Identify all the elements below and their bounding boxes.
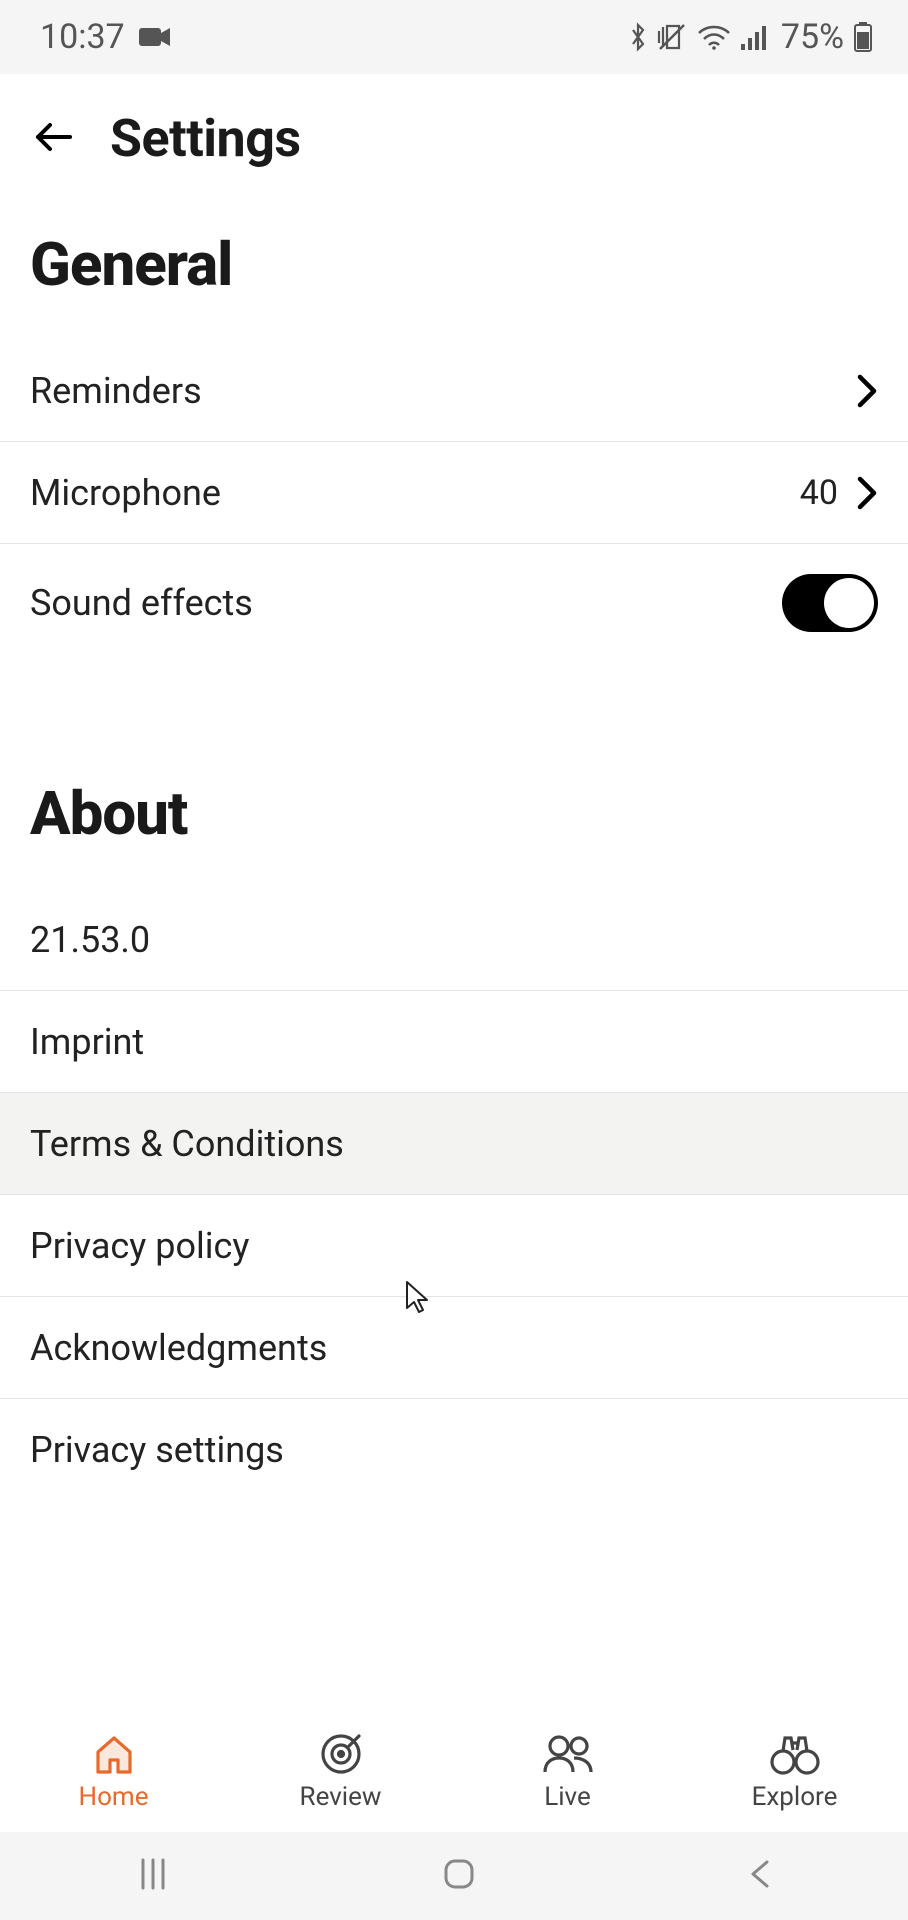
row-label: Privacy policy xyxy=(30,1225,249,1267)
row-label: Privacy settings xyxy=(30,1429,284,1471)
version-text: 21.53.0 xyxy=(30,919,150,961)
sys-home-button[interactable] xyxy=(441,1856,477,1896)
recents-icon xyxy=(135,1856,171,1892)
sys-recents-button[interactable] xyxy=(135,1856,171,1896)
camera-icon xyxy=(139,26,171,48)
battery-icon xyxy=(854,22,872,52)
sys-home-icon xyxy=(441,1856,477,1892)
row-label: Reminders xyxy=(30,370,202,412)
android-status-bar: 10:37 75% xyxy=(0,0,908,74)
row-microphone[interactable]: Microphone 40 xyxy=(0,442,908,544)
people-icon xyxy=(542,1732,594,1776)
app-header: Settings xyxy=(0,74,908,203)
row-privacy-policy[interactable]: Privacy policy xyxy=(0,1195,908,1297)
toggle-knob xyxy=(824,578,874,628)
wifi-icon xyxy=(697,24,731,50)
row-label: Microphone xyxy=(30,472,221,514)
nav-label: Home xyxy=(79,1782,149,1812)
nav-review[interactable]: Review xyxy=(227,1712,454,1832)
sys-back-button[interactable] xyxy=(747,1856,773,1896)
nav-label: Review xyxy=(300,1782,382,1812)
system-nav-bar xyxy=(0,1832,908,1920)
back-button[interactable] xyxy=(32,115,76,163)
chevron-right-icon xyxy=(856,373,878,409)
chevron-right-icon xyxy=(856,475,878,511)
row-label: Terms & Conditions xyxy=(30,1123,344,1165)
row-reminders[interactable]: Reminders xyxy=(0,340,908,442)
page-title: Settings xyxy=(110,108,301,169)
nav-label: Live xyxy=(544,1782,591,1812)
section-header-about: About xyxy=(0,752,908,889)
row-terms-conditions[interactable]: Terms & Conditions xyxy=(0,1093,908,1195)
nav-label: Explore xyxy=(752,1782,838,1812)
home-icon xyxy=(92,1732,136,1776)
row-acknowledgments[interactable]: Acknowledgments xyxy=(0,1297,908,1399)
arrow-left-icon xyxy=(32,115,76,159)
bluetooth-icon xyxy=(629,22,647,52)
status-right: 75% xyxy=(629,17,872,57)
nav-home[interactable]: Home xyxy=(0,1712,227,1832)
sys-back-icon xyxy=(747,1856,773,1892)
target-icon xyxy=(319,1732,363,1776)
row-privacy-settings[interactable]: Privacy settings xyxy=(0,1399,908,1501)
bottom-nav: Home Review Live Explore xyxy=(0,1712,908,1832)
status-time: 10:37 xyxy=(40,17,125,57)
row-label: Acknowledgments xyxy=(30,1327,327,1369)
row-label: Sound effects xyxy=(30,582,253,624)
section-header-general: General xyxy=(0,203,908,340)
nav-live[interactable]: Live xyxy=(454,1712,681,1832)
row-sound-effects: Sound effects xyxy=(0,544,908,662)
vibrate-icon xyxy=(657,22,687,52)
row-label: Imprint xyxy=(30,1021,144,1063)
status-left: 10:37 xyxy=(40,17,171,57)
battery-percentage: 75% xyxy=(781,17,844,57)
binoculars-icon xyxy=(769,1732,821,1776)
row-imprint[interactable]: Imprint xyxy=(0,991,908,1093)
signal-icon xyxy=(741,24,771,50)
microphone-value: 40 xyxy=(800,473,838,513)
row-version: 21.53.0 xyxy=(0,889,908,991)
nav-explore[interactable]: Explore xyxy=(681,1712,908,1832)
sound-effects-toggle[interactable] xyxy=(782,574,878,632)
